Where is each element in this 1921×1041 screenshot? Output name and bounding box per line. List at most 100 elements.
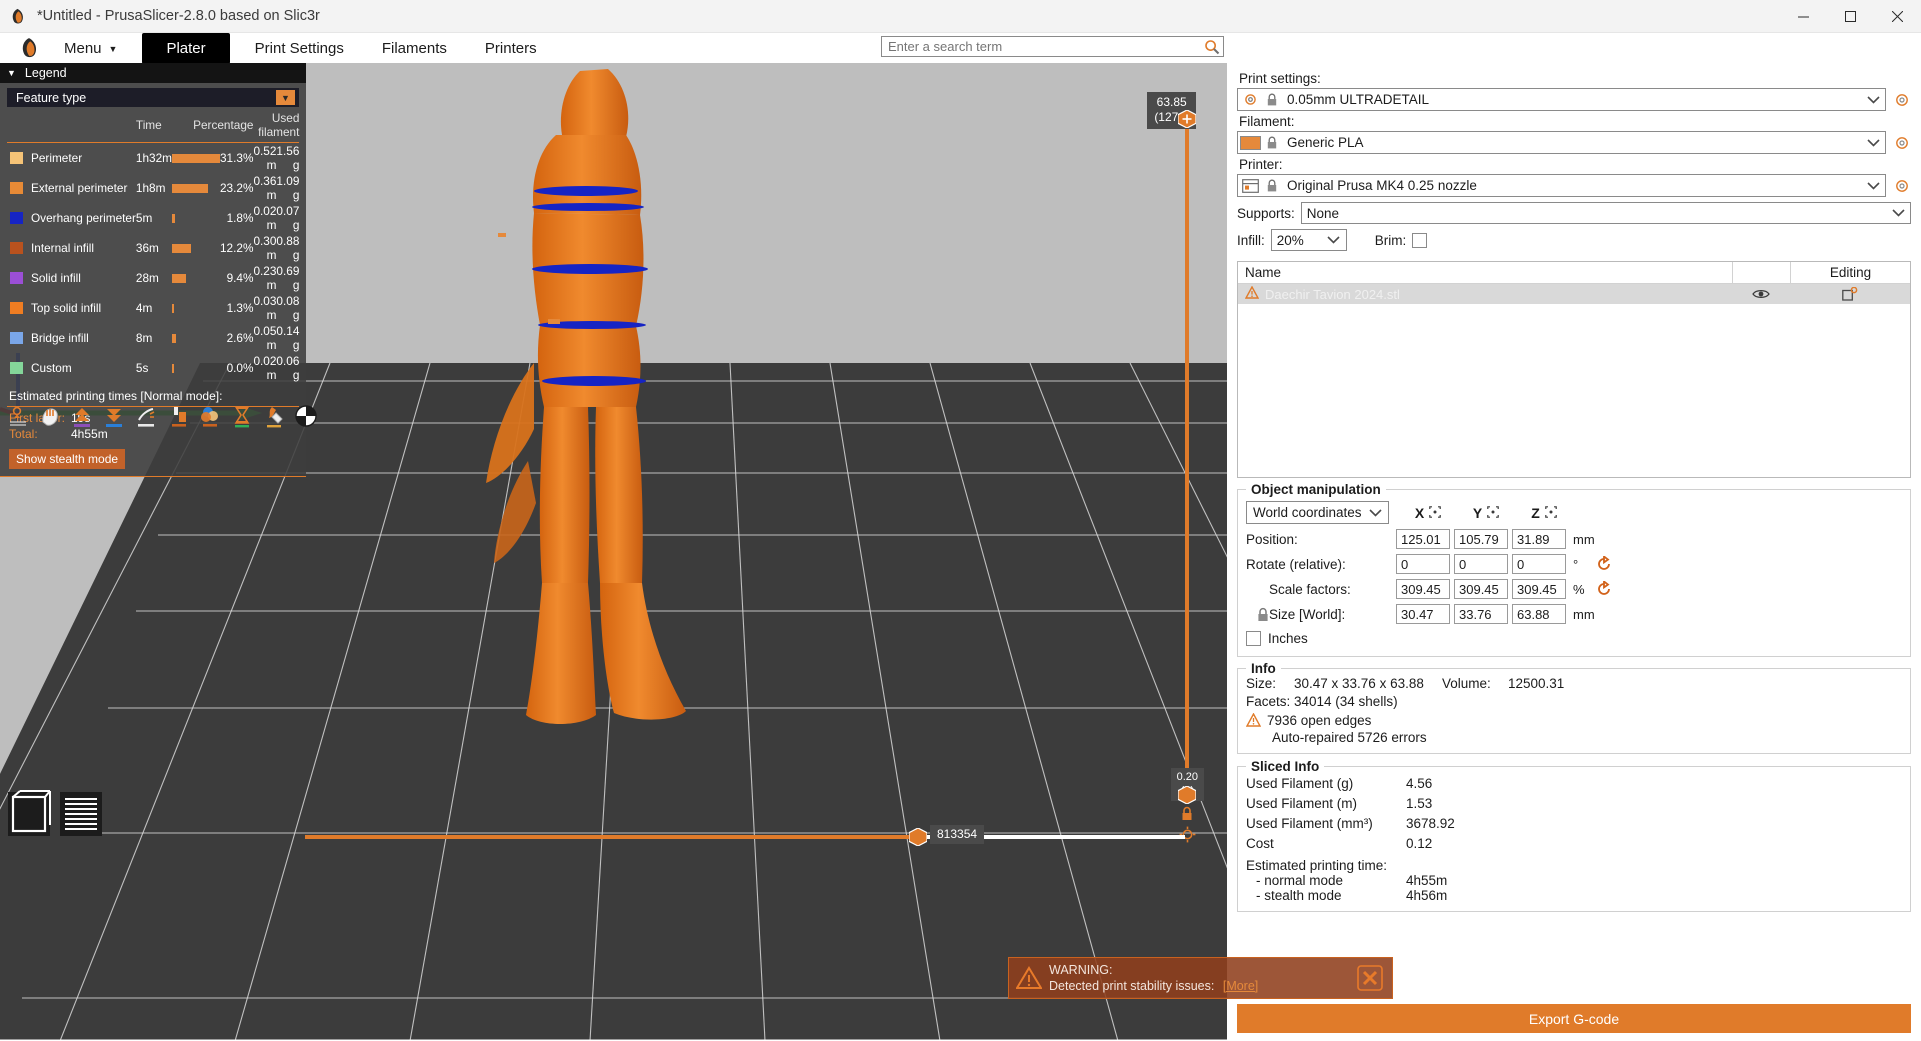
legend-feature-percentage: 1.3% [226, 301, 254, 315]
om-field-x[interactable]: 0 [1396, 554, 1450, 574]
layer-slider-bottom-handle[interactable] [1177, 785, 1197, 805]
legend-header[interactable]: ▼ Legend [0, 63, 306, 83]
filament-combo[interactable]: Generic PLA [1237, 131, 1886, 154]
drag-handle-icon[interactable] [1487, 505, 1499, 521]
coordinate-system-combo[interactable]: World coordinates [1246, 501, 1389, 524]
lock-icon[interactable] [1180, 806, 1194, 822]
legend-row[interactable]: Bridge infill 8m 2.6% 0.05 m 0.14 g [7, 323, 299, 353]
maximize-icon[interactable] [1827, 0, 1874, 33]
legend-row[interactable]: Internal infill 36m 12.2% 0.30 m 0.88 g [7, 233, 299, 263]
seams-icon[interactable] [6, 404, 30, 430]
chevron-down-icon[interactable]: ▼ [276, 90, 295, 105]
om-field-x[interactable]: 125.01 [1396, 529, 1450, 549]
print-settings-combo[interactable]: 0.05mm ULTRADETAIL [1237, 88, 1886, 111]
legend-feature-length: 0.36 m [253, 174, 277, 202]
layer-slider-track[interactable] [1185, 122, 1189, 794]
uniform-scale-lock-icon[interactable] [1256, 607, 1270, 626]
object-name-cell[interactable]: Daechir Tavion 2024.stl [1238, 285, 1732, 302]
reset-icon[interactable] [1596, 554, 1612, 572]
sliced-info-est-row: - normal mode 4h55m [1246, 873, 1902, 888]
eye-icon[interactable] [1732, 288, 1790, 300]
infill-value: 20% [1276, 232, 1304, 248]
chevron-down-icon[interactable] [1861, 95, 1885, 104]
search-box[interactable] [881, 36, 1224, 57]
table-row[interactable]: Daechir Tavion 2024.stl [1238, 284, 1910, 304]
moves-slider-track-filled[interactable] [305, 835, 920, 839]
om-field-y[interactable]: 105.79 [1454, 529, 1508, 549]
shells-icon[interactable] [294, 404, 318, 430]
om-field-y[interactable]: 309.45 [1454, 579, 1508, 599]
supports-combo[interactable]: None [1300, 202, 1911, 224]
om-field-z[interactable]: 63.88 [1512, 604, 1566, 624]
print-settings-gear-icon[interactable] [1893, 91, 1911, 109]
close-icon[interactable] [1874, 0, 1921, 33]
legend-row[interactable]: Top solid infill 4m 1.3% 0.03 m 0.08 g [7, 293, 299, 323]
deretractions-icon[interactable] [102, 404, 126, 430]
legend-row[interactable]: External perimeter 1h8m 23.2% 0.36 m 1.09 g [7, 173, 299, 203]
view-cube-icon[interactable] [6, 788, 53, 841]
om-field-z[interactable]: 31.89 [1512, 529, 1566, 549]
object-list: Name Editing Daechir Tavion 2024.stl [1237, 261, 1911, 478]
brim-checkbox[interactable] [1412, 232, 1428, 248]
axis-label-x: X [1414, 504, 1425, 521]
print-pause-icon[interactable] [230, 404, 254, 430]
layer-slider-vertical[interactable]: 63.85 (1274) 0.20 (1) [1147, 92, 1224, 843]
export-gcode-button[interactable]: Export G-code [1237, 1004, 1911, 1033]
reset-icon[interactable] [1596, 579, 1612, 597]
drag-handle-icon[interactable] [1544, 505, 1557, 521]
chevron-down-icon[interactable] [1369, 505, 1382, 520]
inches-label: Inches [1268, 631, 1308, 646]
main-menu-button[interactable]: Menu ▼ [51, 34, 130, 63]
legend-feature-time: 8m [135, 331, 153, 345]
view-type-selector[interactable]: Feature type ▼ [7, 88, 299, 107]
custom-gcode-icon[interactable] [262, 404, 286, 430]
printer-combo[interactable]: Original Prusa MK4 0.25 nozzle [1237, 174, 1886, 197]
chevron-down-icon[interactable] [1861, 181, 1885, 190]
show-stealth-mode-button[interactable]: Show stealth mode [9, 449, 126, 469]
tab-print-settings-label: Print Settings [254, 39, 344, 57]
warning-more-link[interactable]: [More] [1223, 979, 1258, 993]
tool-marker-icon[interactable] [166, 404, 190, 430]
om-field-z[interactable]: 0 [1512, 554, 1566, 574]
minimize-icon[interactable] [1780, 0, 1827, 33]
tab-filaments[interactable]: Filaments [369, 34, 460, 63]
tab-printers[interactable]: Printers [472, 34, 550, 63]
legend-feature-time: 1h32m [135, 151, 172, 165]
sliced-model[interactable] [430, 63, 790, 733]
om-field-x[interactable]: 30.47 [1396, 604, 1450, 624]
legend-row[interactable]: Solid infill 28m 9.4% 0.23 m 0.69 g [7, 263, 299, 293]
chevron-down-icon[interactable] [1861, 138, 1885, 147]
layers-view-icon[interactable] [58, 788, 105, 841]
drag-handle-icon[interactable] [1429, 505, 1441, 521]
title-bar: *Untitled - PrusaSlicer-2.8.0 based on S… [0, 0, 1921, 33]
editing-icon[interactable] [1790, 286, 1910, 302]
legend-feature-bar [172, 293, 220, 323]
infill-combo[interactable]: 20% [1270, 229, 1347, 251]
legend-row[interactable]: Overhang perimeter 5m 1.8% 0.02 m 0.07 g [7, 203, 299, 233]
moves-slider-horizontal[interactable]: 813354 [305, 825, 1185, 849]
filament-gear-icon[interactable] [1893, 134, 1911, 152]
om-field-z[interactable]: 309.45 [1512, 579, 1566, 599]
close-icon[interactable] [1348, 965, 1392, 991]
moves-slider-handle[interactable] [908, 827, 928, 847]
app-logo-icon [9, 8, 26, 25]
arrange-icon[interactable] [38, 404, 62, 430]
om-field-y[interactable]: 0 [1454, 554, 1508, 574]
printer-gear-icon[interactable] [1893, 177, 1911, 195]
om-field-y[interactable]: 33.76 [1454, 604, 1508, 624]
chevron-down-icon[interactable] [1886, 209, 1910, 217]
wipe-icon[interactable] [134, 404, 158, 430]
tab-plater[interactable]: Plater [142, 32, 230, 64]
layer-slider-top-handle[interactable] [1177, 109, 1197, 129]
om-row-label: Rotate (relative): [1246, 556, 1346, 572]
retractions-icon[interactable] [70, 404, 94, 430]
inches-checkbox[interactable] [1246, 631, 1261, 646]
legend-row[interactable]: Perimeter 1h32m 31.3% 0.52 m 1.56 g [7, 143, 299, 174]
chevron-down-icon[interactable] [1322, 236, 1346, 244]
legend-row[interactable]: Custom 5s 0.0% 0.02 m 0.06 g [7, 353, 299, 383]
search-input[interactable] [882, 37, 1201, 56]
tab-print-settings[interactable]: Print Settings [242, 34, 357, 63]
search-icon[interactable] [1201, 39, 1223, 55]
om-field-x[interactable]: 309.45 [1396, 579, 1450, 599]
color-change-icon[interactable] [198, 404, 222, 430]
